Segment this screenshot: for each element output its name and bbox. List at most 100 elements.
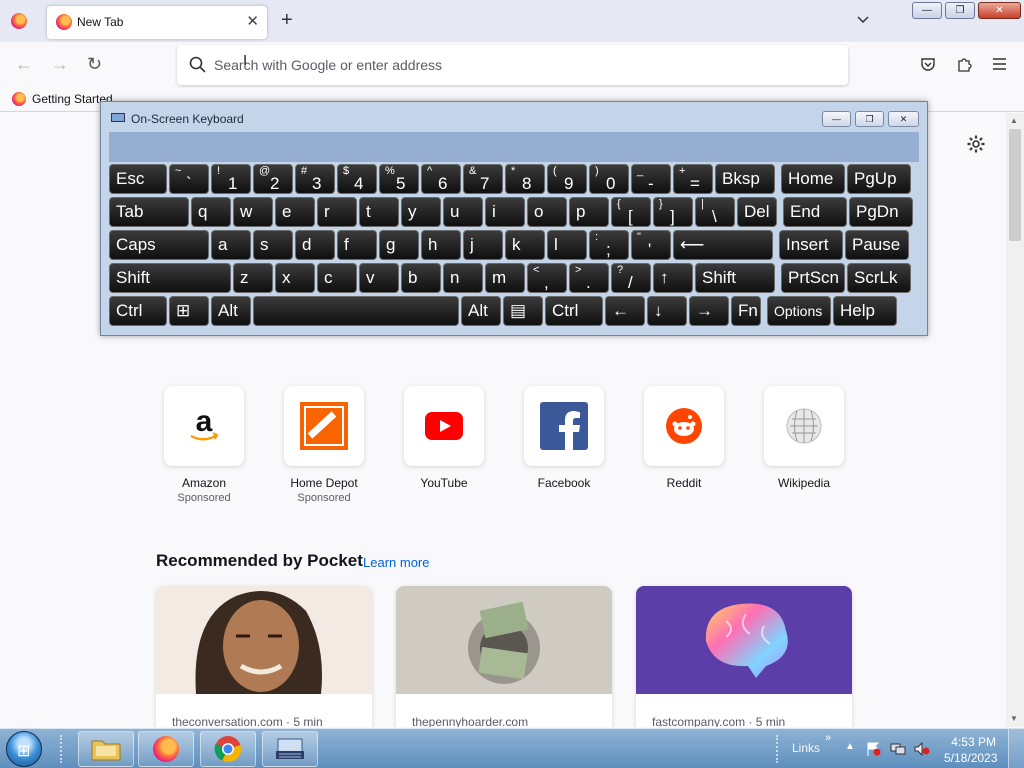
key-n[interactable]: n (443, 263, 483, 293)
system-clock[interactable]: 4:53 PM 5/18/2023 (944, 734, 997, 766)
taskbar-chrome[interactable] (200, 731, 256, 767)
key-c[interactable]: c (317, 263, 357, 293)
bookmark-getting-started[interactable]: Getting Started (12, 92, 113, 106)
links-toolbar[interactable]: Links (792, 741, 820, 755)
key-fn[interactable]: Fn (731, 296, 761, 326)
osk-minimize-button[interactable]: — (822, 111, 851, 127)
key-8[interactable]: * 8 (505, 164, 545, 194)
page-scrollbar[interactable]: ▲ ▼ (1006, 113, 1024, 727)
key-3[interactable]: #3 (295, 164, 335, 194)
close-tab-icon[interactable]: ✕ (246, 12, 259, 30)
shortcut-amazon[interactable]: a Amazon Sponsored (164, 386, 244, 504)
osk-titlebar[interactable]: On-Screen Keyboard — ❐ ✕ (101, 102, 927, 132)
key-f[interactable]: f (337, 230, 377, 260)
show-desktop-button[interactable] (1008, 729, 1024, 768)
key-2[interactable]: @2 (253, 164, 293, 194)
minimize-button[interactable]: — (912, 2, 942, 19)
url-input[interactable] (214, 45, 834, 85)
key-caps[interactable]: Caps (109, 230, 209, 260)
address-bar[interactable] (177, 45, 848, 85)
show-hidden-icons[interactable]: ▲ (845, 741, 855, 752)
key-5[interactable]: % 5 (379, 164, 419, 194)
key-space[interactable]: ? / (611, 263, 651, 293)
key-pgdn[interactable]: PgDn (849, 197, 913, 227)
key-help[interactable]: Help (833, 296, 897, 326)
forward-icon[interactable]: → (51, 54, 69, 75)
key-g[interactable]: g (379, 230, 419, 260)
key-ctrl[interactable]: Ctrl (545, 296, 603, 326)
scroll-down-icon[interactable]: ▼ (1010, 714, 1018, 723)
key-v[interactable]: v (359, 263, 399, 293)
key-l[interactable]: l (547, 230, 587, 260)
key-x[interactable]: x (275, 263, 315, 293)
shortcut-wikipedia[interactable]: Wikipedia (764, 386, 844, 504)
toolbar-grip[interactable] (776, 735, 780, 763)
key-del[interactable]: Del (737, 197, 777, 227)
key-p[interactable]: p (569, 197, 609, 227)
key-tab[interactable]: Tab (109, 197, 189, 227)
key-ctrl[interactable]: Ctrl (109, 296, 167, 326)
chevron-down-icon[interactable] (856, 13, 870, 27)
maximize-button[interactable]: ❐ (945, 2, 975, 19)
key-6[interactable]: ^ 6 (421, 164, 461, 194)
key-j[interactable]: j (463, 230, 503, 260)
key-u[interactable]: u (443, 197, 483, 227)
key-d[interactable]: d (295, 230, 335, 260)
key-b[interactable]: b (401, 263, 441, 293)
key-space[interactable]: {[ (611, 197, 651, 227)
key-insert[interactable]: Insert (779, 230, 843, 260)
start-button[interactable]: ⊞ (6, 731, 42, 767)
pocket-icon[interactable] (920, 56, 936, 72)
key-i[interactable]: i (485, 197, 525, 227)
toolbar-grip[interactable] (60, 735, 64, 763)
key-options[interactable]: Options (767, 296, 831, 326)
osk-maximize-button[interactable]: ❐ (855, 111, 884, 127)
taskbar-osk[interactable] (262, 731, 318, 767)
shortcut-facebook[interactable]: Facebook (524, 386, 604, 504)
key-prtscn[interactable]: PrtScn (781, 263, 845, 293)
pocket-card[interactable]: fastcompany.com · 5 min (636, 586, 852, 727)
key-shift[interactable]: Shift (695, 263, 775, 293)
shortcut-youtube[interactable]: YouTube (404, 386, 484, 504)
key-space[interactable]: <, (527, 263, 567, 293)
key-space[interactable]: | \ (695, 197, 735, 227)
taskbar-firefox[interactable] (138, 731, 194, 767)
shortcut-reddit[interactable]: Reddit (644, 386, 724, 504)
tab-new-tab[interactable]: New Tab ✕ (47, 6, 267, 39)
network-icon[interactable] (890, 742, 906, 756)
key-space[interactable]: ← (605, 296, 645, 326)
key-pause[interactable]: Pause (845, 230, 909, 260)
key-7[interactable]: & 7 (463, 164, 503, 194)
extensions-icon[interactable] (956, 56, 972, 72)
key-bksp[interactable]: Bksp (715, 164, 775, 194)
key-z[interactable]: z (233, 263, 273, 293)
new-tab-button[interactable]: + (281, 9, 293, 32)
key-space[interactable]: → (689, 296, 729, 326)
action-center-icon[interactable] (866, 742, 882, 756)
firefox-view-icon[interactable] (11, 13, 27, 29)
key-q[interactable]: q (191, 197, 231, 227)
chevron-right-icon[interactable]: » (825, 732, 831, 744)
pocket-card[interactable]: thepennyhoarder.com (396, 586, 612, 727)
close-window-button[interactable]: ✕ (978, 2, 1021, 19)
taskbar-explorer[interactable] (78, 731, 134, 767)
osk-close-button[interactable]: ✕ (888, 111, 919, 127)
key-space[interactable]: }] (653, 197, 693, 227)
key-shift[interactable]: Shift (109, 263, 231, 293)
key-0[interactable]: ) 0 (589, 164, 629, 194)
key-4[interactable]: $4 (337, 164, 377, 194)
key-space[interactable]: >. (569, 263, 609, 293)
key-o[interactable]: o (527, 197, 567, 227)
key-space[interactable]: _ - (631, 164, 671, 194)
key-s[interactable]: s (253, 230, 293, 260)
key-r[interactable]: r (317, 197, 357, 227)
key-pgup[interactable]: PgUp (847, 164, 911, 194)
key-t[interactable]: t (359, 197, 399, 227)
key-space[interactable]: ▤ (503, 296, 543, 326)
key-space[interactable]: ⊞ (169, 296, 209, 326)
key-alt[interactable]: Alt (461, 296, 501, 326)
key-1[interactable]: ! 1 (211, 164, 251, 194)
key-end[interactable]: End (783, 197, 847, 227)
key-w[interactable]: w (233, 197, 273, 227)
key-space[interactable]: ⟵ (673, 230, 773, 260)
